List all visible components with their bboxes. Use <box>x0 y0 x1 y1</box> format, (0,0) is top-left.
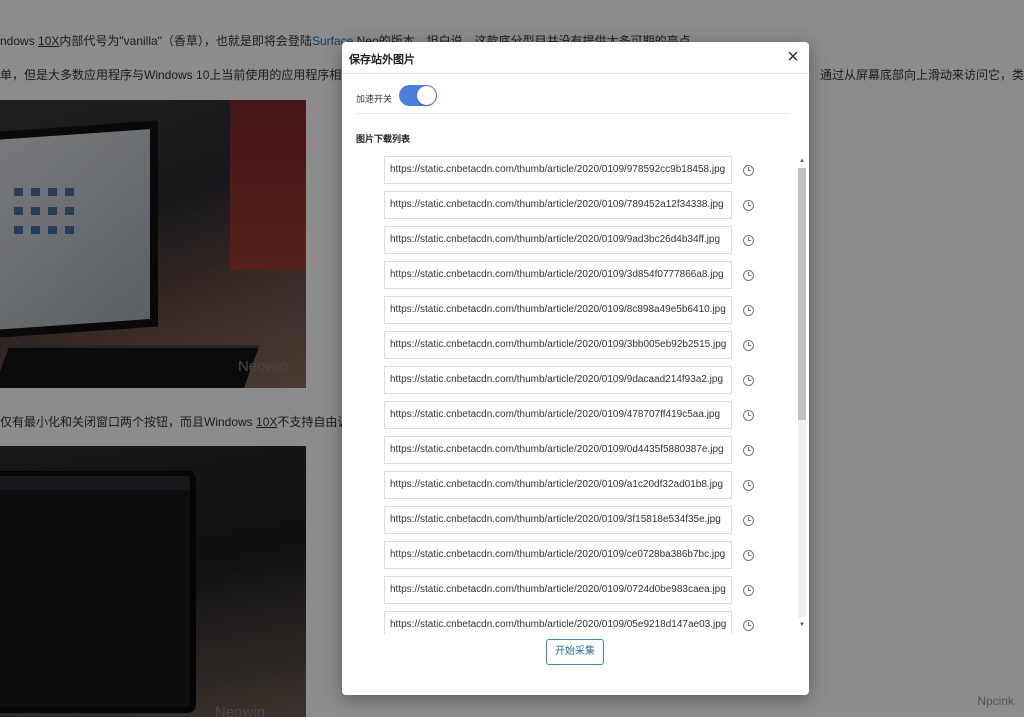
url-field[interactable]: https://static.cnbetacdn.com/thumb/artic… <box>384 366 732 394</box>
list-scrollbar[interactable]: ▲ ▼ <box>797 156 807 630</box>
download-list: https://static.cnbetacdn.com/thumb/artic… <box>384 154 806 634</box>
url-field[interactable]: https://static.cnbetacdn.com/thumb/artic… <box>384 156 732 184</box>
url-field[interactable]: https://static.cnbetacdn.com/thumb/artic… <box>384 436 732 464</box>
list-item: https://static.cnbetacdn.com/thumb/artic… <box>384 539 806 574</box>
url-field[interactable]: https://static.cnbetacdn.com/thumb/artic… <box>384 506 732 534</box>
url-field[interactable]: https://static.cnbetacdn.com/thumb/artic… <box>384 226 732 254</box>
clock-icon[interactable] <box>743 305 754 316</box>
url-field[interactable]: https://static.cnbetacdn.com/thumb/artic… <box>384 191 732 219</box>
clock-icon[interactable] <box>743 515 754 526</box>
list-item: https://static.cnbetacdn.com/thumb/artic… <box>384 469 806 504</box>
close-button[interactable]: × <box>783 47 803 68</box>
url-field[interactable]: https://static.cnbetacdn.com/thumb/artic… <box>384 261 732 289</box>
dialog-header: 保存站外图片 × <box>342 42 809 74</box>
list-item: https://static.cnbetacdn.com/thumb/artic… <box>384 574 806 609</box>
list-item: https://static.cnbetacdn.com/thumb/artic… <box>384 329 806 364</box>
accelerate-row: 加速开关 <box>356 85 790 114</box>
url-field[interactable]: https://static.cnbetacdn.com/thumb/artic… <box>384 296 732 324</box>
clock-icon[interactable] <box>743 585 754 596</box>
list-item: https://static.cnbetacdn.com/thumb/artic… <box>384 364 806 399</box>
url-field[interactable]: https://static.cnbetacdn.com/thumb/artic… <box>384 471 732 499</box>
url-field[interactable]: https://static.cnbetacdn.com/thumb/artic… <box>384 576 732 604</box>
clock-icon[interactable] <box>743 445 754 456</box>
clock-icon[interactable] <box>743 480 754 491</box>
list-item: https://static.cnbetacdn.com/thumb/artic… <box>384 399 806 434</box>
scroll-up-arrow[interactable]: ▲ <box>797 156 807 166</box>
clock-icon[interactable] <box>743 235 754 246</box>
scroll-down-arrow[interactable]: ▼ <box>797 620 807 630</box>
url-field[interactable]: https://static.cnbetacdn.com/thumb/artic… <box>384 401 732 429</box>
clock-icon[interactable] <box>743 410 754 421</box>
clock-icon[interactable] <box>743 620 754 631</box>
scroll-track[interactable] <box>798 168 806 618</box>
start-collect-button[interactable]: 开始采集 <box>546 639 604 665</box>
clock-icon[interactable] <box>743 270 754 281</box>
scroll-thumb[interactable] <box>798 168 806 420</box>
clock-icon[interactable] <box>743 165 754 176</box>
toggle-knob <box>417 86 436 105</box>
clock-icon[interactable] <box>743 550 754 561</box>
clock-icon[interactable] <box>743 340 754 351</box>
list-item: https://static.cnbetacdn.com/thumb/artic… <box>384 224 806 259</box>
list-item: https://static.cnbetacdn.com/thumb/artic… <box>384 154 806 189</box>
accelerate-toggle[interactable] <box>399 85 437 106</box>
url-field[interactable]: https://static.cnbetacdn.com/thumb/artic… <box>384 331 732 359</box>
clock-icon[interactable] <box>743 375 754 386</box>
list-item: https://static.cnbetacdn.com/thumb/artic… <box>384 259 806 294</box>
list-item: https://static.cnbetacdn.com/thumb/artic… <box>384 609 806 634</box>
corner-brand: Npcink <box>977 694 1014 708</box>
list-item: https://static.cnbetacdn.com/thumb/artic… <box>384 294 806 329</box>
url-field[interactable]: https://static.cnbetacdn.com/thumb/artic… <box>384 611 732 634</box>
url-field[interactable]: https://static.cnbetacdn.com/thumb/artic… <box>384 541 732 569</box>
accelerate-label: 加速开关 <box>356 94 393 104</box>
list-item: https://static.cnbetacdn.com/thumb/artic… <box>384 434 806 469</box>
save-images-dialog: 保存站外图片 × 加速开关 图片下载列表 https://static.cnbe… <box>342 42 809 695</box>
list-item: https://static.cnbetacdn.com/thumb/artic… <box>384 504 806 539</box>
download-list-title: 图片下载列表 <box>356 134 411 144</box>
clock-icon[interactable] <box>743 200 754 211</box>
list-item: https://static.cnbetacdn.com/thumb/artic… <box>384 189 806 224</box>
dialog-title: 保存站外图片 <box>349 54 415 66</box>
